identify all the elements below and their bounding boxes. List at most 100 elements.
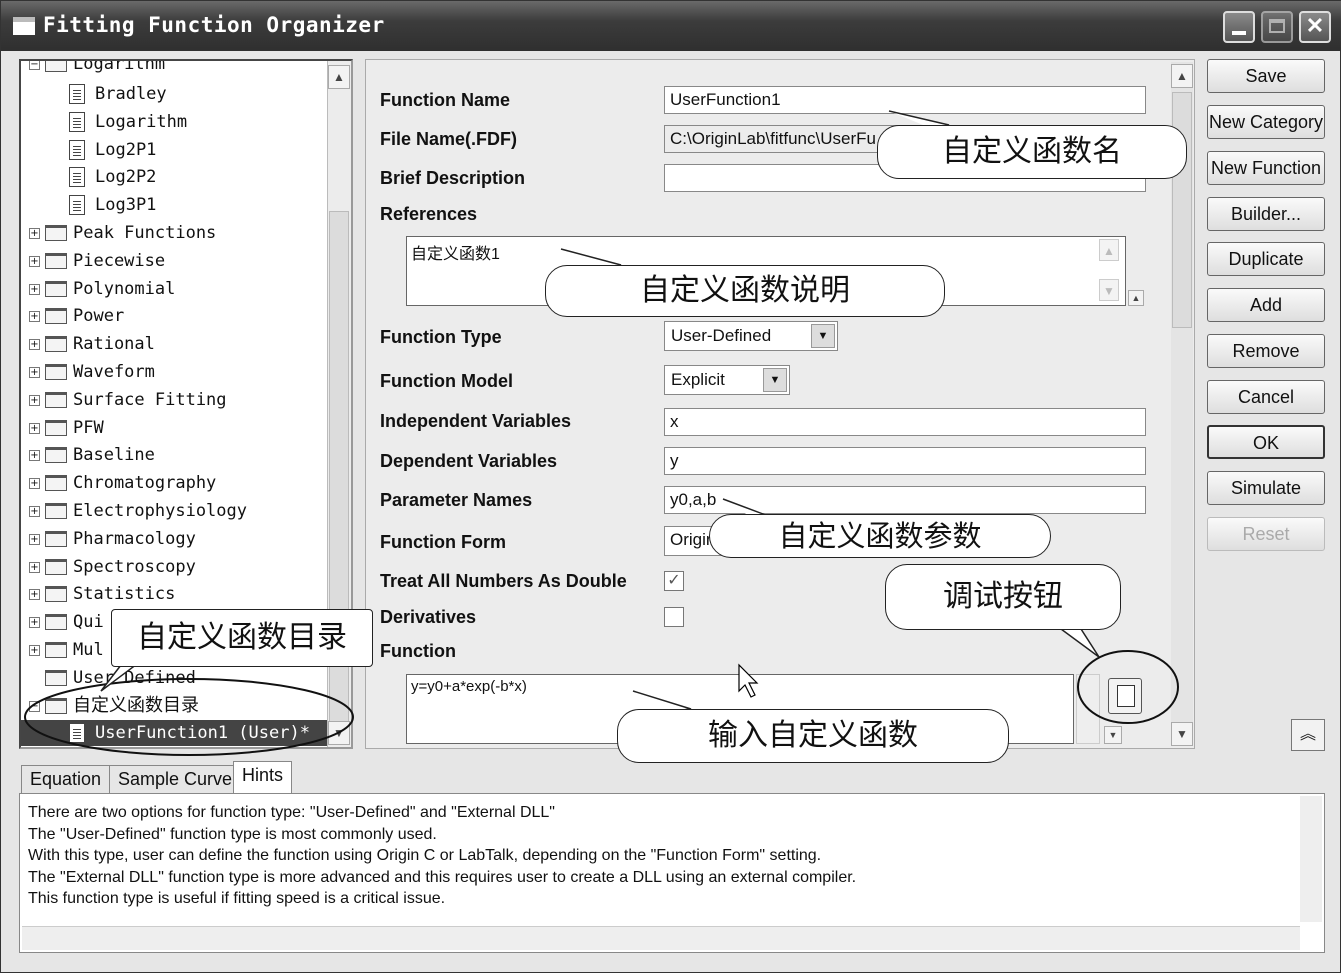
- scroll-up-icon[interactable]: ▲: [1171, 64, 1193, 88]
- expand-icon[interactable]: +: [29, 478, 40, 490]
- folder-icon: [45, 586, 67, 603]
- tree-folder[interactable]: + Peak Functions: [29, 220, 216, 246]
- callout-description: 自定义函数说明: [545, 265, 945, 317]
- tree-folder[interactable]: + Polynomial: [29, 276, 176, 302]
- cancel-button[interactable]: Cancel: [1207, 380, 1325, 414]
- hints-horizontal-scrollbar[interactable]: [22, 926, 1300, 950]
- duplicate-button[interactable]: Duplicate: [1207, 242, 1325, 276]
- references-scroll-down-icon[interactable]: ▼: [1099, 279, 1119, 301]
- tree-file[interactable]: Bradley: [69, 81, 167, 107]
- expand-icon[interactable]: +: [29, 589, 40, 601]
- reset-button[interactable]: Reset: [1207, 517, 1325, 551]
- close-button[interactable]: ✕: [1299, 11, 1331, 43]
- tree-item-label: Bradley: [95, 84, 167, 104]
- tree-folder[interactable]: + Pharmacology: [29, 526, 196, 552]
- tree-folder[interactable]: User Defined: [45, 665, 196, 691]
- maximize-button[interactable]: [1261, 11, 1293, 43]
- treat-all-numbers-checkbox[interactable]: ✓: [664, 571, 684, 591]
- scroll-down-icon[interactable]: ▼: [1171, 722, 1193, 746]
- builder-button[interactable]: Builder...: [1207, 197, 1325, 231]
- expand-icon[interactable]: +: [29, 339, 40, 351]
- function-type-value: User-Defined: [671, 326, 772, 345]
- remove-button[interactable]: Remove: [1207, 334, 1325, 368]
- tree-folder[interactable]: + Waveform: [29, 359, 155, 385]
- expand-icon[interactable]: +: [29, 450, 40, 462]
- ok-button[interactable]: OK: [1207, 425, 1325, 459]
- parameter-names-input[interactable]: y0,a,b: [664, 486, 1146, 514]
- tree-item-label: Polynomial: [73, 278, 176, 299]
- tab-hints[interactable]: Hints: [233, 761, 293, 795]
- expand-icon[interactable]: +: [29, 367, 40, 378]
- references-label: References: [380, 204, 478, 224]
- folder-icon: [45, 308, 67, 325]
- expand-icon[interactable]: +: [29, 533, 40, 545]
- expand-icon[interactable]: +: [29, 255, 40, 267]
- collapse-icon[interactable]: −: [29, 61, 40, 70]
- expand-icon[interactable]: +: [29, 561, 40, 573]
- function-editor-scrollbar[interactable]: [1076, 674, 1100, 744]
- tree-file[interactable]: Logarithm: [69, 109, 187, 135]
- expand-icon[interactable]: +: [29, 228, 40, 239]
- tree-folder[interactable]: + Spectroscopy: [29, 554, 196, 580]
- expand-icon[interactable]: +: [29, 645, 40, 656]
- tree-folder[interactable]: + Power: [29, 303, 124, 329]
- tree-file[interactable]: Log2P1: [69, 137, 156, 163]
- debug-button[interactable]: [1108, 678, 1142, 714]
- tree-folder[interactable]: + Rational: [29, 331, 155, 357]
- tree-folder[interactable]: + Qui: [29, 609, 104, 635]
- window-icon: [13, 17, 35, 35]
- tab-sample-curve[interactable]: Sample Curve: [109, 765, 242, 793]
- tree-folder[interactable]: + Piecewise: [29, 248, 165, 274]
- new-category-button[interactable]: New Category: [1207, 105, 1325, 139]
- folder-icon: [45, 503, 67, 519]
- chevron-down-icon[interactable]: ▼: [763, 368, 787, 392]
- references-scroll-up-icon[interactable]: ▲: [1099, 239, 1119, 261]
- function-name-label: Function Name: [380, 90, 511, 110]
- hints-panel: There are two options for function type:…: [19, 793, 1325, 953]
- tree-file[interactable]: Log3P1: [69, 192, 156, 218]
- function-model-select[interactable]: Explicit ▼: [664, 365, 790, 395]
- function-name-input[interactable]: UserFunction1: [664, 86, 1146, 114]
- add-button[interactable]: Add: [1207, 288, 1325, 322]
- references-expand-icon[interactable]: ▲: [1128, 290, 1144, 306]
- chevron-down-icon[interactable]: ▼: [811, 324, 835, 348]
- tree-folder[interactable]: + Chromatography: [29, 470, 216, 496]
- minimize-button[interactable]: [1223, 11, 1255, 43]
- function-editor-collapse-icon[interactable]: ▼: [1104, 726, 1122, 744]
- derivatives-checkbox[interactable]: [664, 607, 684, 627]
- expand-icon[interactable]: +: [29, 506, 40, 517]
- hint-line: There are two options for function type:…: [28, 804, 555, 821]
- independent-variables-input[interactable]: x: [664, 408, 1146, 436]
- expand-icon[interactable]: +: [29, 394, 40, 406]
- scroll-down-icon[interactable]: ▼: [328, 721, 350, 745]
- function-type-select[interactable]: User-Defined ▼: [664, 321, 838, 351]
- collapse-icon[interactable]: −: [29, 700, 40, 712]
- folder-icon: [45, 530, 67, 547]
- save-button[interactable]: Save: [1207, 59, 1325, 93]
- close-icon: ✕: [1305, 13, 1325, 38]
- tree-folder[interactable]: + Baseline: [29, 442, 155, 468]
- tree-folder[interactable]: − Logarithm: [29, 61, 165, 77]
- tree-file[interactable]: UserFunction1 (User)*: [21, 720, 327, 747]
- tree-folder[interactable]: + Statistics: [29, 581, 175, 607]
- tree-folder[interactable]: + Surface Fitting: [29, 387, 227, 413]
- tree-file[interactable]: Log2P2: [69, 164, 156, 190]
- new-function-button[interactable]: New Function: [1207, 151, 1325, 185]
- expand-icon[interactable]: +: [29, 283, 40, 295]
- tree-folder[interactable]: + Electrophysiology: [29, 498, 247, 524]
- hints-vertical-scrollbar[interactable]: [1300, 796, 1322, 922]
- scroll-up-icon[interactable]: ▲: [328, 65, 350, 89]
- tree-folder[interactable]: + PFW: [29, 415, 104, 441]
- expand-icon[interactable]: +: [29, 422, 40, 434]
- tree-folder[interactable]: + Mul: [29, 637, 104, 663]
- collapse-panel-button[interactable]: ︽: [1291, 719, 1325, 751]
- simulate-button[interactable]: Simulate: [1207, 471, 1325, 505]
- folder-icon: [45, 391, 67, 408]
- tab-equation[interactable]: Equation: [21, 765, 111, 793]
- callout-description-text: 自定义函数说明: [632, 266, 858, 316]
- expand-icon[interactable]: +: [29, 311, 40, 323]
- dependent-variables-input[interactable]: y: [664, 447, 1146, 475]
- expand-icon[interactable]: +: [29, 617, 40, 629]
- tree-item-label: Surface Fitting: [73, 389, 227, 410]
- tree-folder[interactable]: − 自定义函数目录: [29, 693, 199, 719]
